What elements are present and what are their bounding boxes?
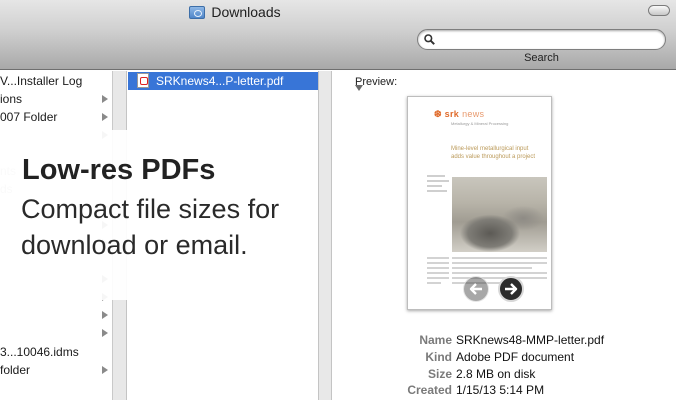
window-title: Downloads [0,4,440,20]
toolbar-toggle-button[interactable] [648,5,670,16]
info-row-name: Name SRKnews48-MMP-letter.pdf [419,333,605,347]
info-row-created: Created 1/15/13 5:14 PM [407,383,545,397]
thumbnail-body-text [427,257,449,287]
disclosure-arrow-icon [102,366,108,374]
thumbnail-headline: Mine-level metallurgical input adds valu… [451,146,536,160]
info-row-kind: Kind Adobe PDF document [425,350,575,364]
column-resize-handle[interactable] [318,71,332,400]
disclosure-arrow-icon [102,311,108,319]
list-item[interactable] [0,306,112,324]
thumbnail-logo: ❆ srk news [434,109,485,119]
disclosure-arrow-icon [102,95,108,103]
info-row-size: Size 2.8 MB on disk [427,367,536,381]
thumbnail-subtitle: Metallurgy & Mineral Processing [451,121,509,126]
search-field[interactable] [417,29,666,50]
callout-line: Compact file sizes for [21,194,280,224]
preview-heading[interactable]: Preview: [343,76,397,91]
folder-icon [189,5,206,19]
list-item[interactable]: 3...10046.idms [0,343,112,361]
list-item[interactable]: V...Installer Log [0,72,112,90]
search-input[interactable] [442,32,657,47]
disclosure-triangle-icon[interactable] [355,85,363,91]
arrow-right-icon [505,283,518,295]
list-item[interactable] [0,324,112,342]
window-title-text: Downloads [211,4,281,20]
disclosure-arrow-icon [102,113,108,121]
search-icon [424,34,435,45]
arrow-left-icon [469,283,482,295]
list-item[interactable]: 007 Folder [0,108,112,126]
feature-callout: Low-res PDFs Compact file sizes for down… [0,130,318,300]
previous-page-button[interactable] [463,276,489,302]
pdf-file-icon [137,73,149,88]
selected-file-row[interactable]: SRKnews4...P-letter.pdf [128,72,318,90]
callout-line: download or email. [21,230,248,260]
callout-title: Low-res PDFs [22,154,216,186]
next-page-button[interactable] [498,276,524,302]
list-item[interactable]: folder [0,361,112,379]
window-toolbar: Downloads Search [0,0,676,70]
list-item[interactable]: ions [0,90,112,108]
search-label: Search [524,52,559,64]
srk-logo-icon: ❆ [434,109,442,119]
disclosure-arrow-icon [102,329,108,337]
thumbnail-sidebar-text [427,175,449,195]
thumbnail-photo [452,177,547,252]
preview-pane: Preview: ❆ srk news Metallurgy & Mineral … [333,71,676,400]
